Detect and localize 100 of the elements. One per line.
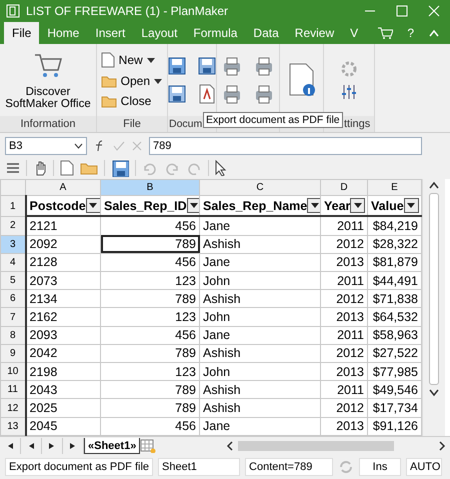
caret-down-icon[interactable] xyxy=(190,203,198,208)
discover-button[interactable]: Discover SoftMaker Office xyxy=(0,49,97,111)
filter-button[interactable] xyxy=(350,198,366,214)
printer-icon[interactable] xyxy=(253,84,275,104)
table-cell: Ashish xyxy=(200,398,320,418)
print-icon[interactable] xyxy=(221,56,243,76)
caret-down-icon[interactable] xyxy=(354,203,362,208)
filter-button[interactable] xyxy=(404,198,419,214)
ribbon-tab[interactable]: Layout xyxy=(133,22,186,44)
maximize-icon[interactable] xyxy=(396,5,408,17)
table-cell: John xyxy=(200,362,320,381)
column-header[interactable]: D xyxy=(320,180,368,196)
help-button[interactable]: ? xyxy=(407,26,414,40)
column-header[interactable]: E xyxy=(368,180,422,196)
table-cell: 2012 xyxy=(320,290,368,308)
row-header[interactable]: 4 xyxy=(0,253,26,272)
table-cell: 789 xyxy=(100,380,200,399)
column-header[interactable]: C xyxy=(200,180,320,196)
selected-cell: 789 xyxy=(100,235,200,254)
status-field: AUTO xyxy=(406,458,442,476)
file-menu-button[interactable]: Open xyxy=(98,72,164,90)
table-cell: 2011 xyxy=(320,216,368,236)
table-cell: Ashish xyxy=(200,235,320,254)
scroll-up-icon[interactable] xyxy=(429,181,439,189)
row-header[interactable]: 2 xyxy=(0,216,26,236)
page-icon[interactable] xyxy=(100,52,115,68)
row-header[interactable]: 7 xyxy=(0,308,26,326)
ribbon-tab[interactable]: File xyxy=(4,22,40,44)
sliders-icon[interactable] xyxy=(340,84,358,100)
horizontal-scrollbar-thumb[interactable] xyxy=(238,441,394,451)
filter-button[interactable] xyxy=(86,198,100,214)
sheet-tab[interactable]: «Sheet1» xyxy=(84,438,140,454)
table-cell: 2092 xyxy=(26,235,100,254)
table-cell: 2013 xyxy=(320,308,368,326)
caret-down-icon[interactable] xyxy=(154,78,162,84)
caret-up-icon[interactable] xyxy=(428,28,440,38)
ribbon-tab[interactable]: Insert xyxy=(87,22,134,44)
row-header[interactable]: 11 xyxy=(0,380,26,399)
table-header-cell: Postcode xyxy=(30,198,86,213)
scroll-left-icon[interactable] xyxy=(226,441,234,451)
table-cell: 123 xyxy=(100,308,200,326)
column-header[interactable]: A xyxy=(26,180,100,196)
page-icon[interactable] xyxy=(60,160,74,176)
document-info-icon[interactable] xyxy=(286,62,316,98)
table-cell: Ashish xyxy=(200,380,320,399)
table-cell: 2013 xyxy=(320,362,368,381)
caret-down-icon[interactable] xyxy=(407,203,416,208)
table-cell: 123 xyxy=(100,362,200,381)
row-header[interactable]: 8 xyxy=(0,326,26,344)
row-header[interactable]: 5 xyxy=(0,272,26,290)
save-icon[interactable] xyxy=(167,84,187,104)
row-header[interactable]: 6 xyxy=(0,290,26,308)
formula-field[interactable]: 789 xyxy=(149,137,422,155)
filter-button[interactable] xyxy=(307,198,320,214)
ribbon-tab[interactable]: Formula xyxy=(185,22,246,44)
save-icon[interactable] xyxy=(167,56,187,76)
row-header[interactable]: 10 xyxy=(0,362,26,381)
ribbon-tab[interactable]: Review xyxy=(286,22,342,44)
table-cell: 123 xyxy=(100,272,200,290)
caret-down-icon[interactable] xyxy=(146,58,155,62)
row-header[interactable]: 1 xyxy=(0,196,26,216)
scroll-down-icon[interactable] xyxy=(429,389,439,397)
menu-icon[interactable] xyxy=(6,162,20,174)
table-cell: 2128 xyxy=(26,253,100,272)
ribbon-tab[interactable]: Home xyxy=(39,22,88,44)
row-header[interactable]: 12 xyxy=(0,398,26,418)
table-header-cell: Sales_Rep_ID xyxy=(104,198,187,213)
file-menu-button[interactable]: Close xyxy=(98,92,166,110)
ribbon-tab[interactable]: Data xyxy=(245,22,287,44)
column-header[interactable]: B xyxy=(100,180,200,196)
table-cell: John xyxy=(200,272,320,290)
new-sheet-icon[interactable] xyxy=(140,439,156,453)
table-header-cell: Value xyxy=(371,198,404,213)
row-header[interactable]: 9 xyxy=(0,344,26,363)
check-icon[interactable] xyxy=(113,140,125,152)
cart-icon[interactable] xyxy=(377,26,394,40)
table-cell: 2162 xyxy=(26,308,100,326)
status-field: Ins xyxy=(359,458,402,476)
table-cell: Ashish xyxy=(200,290,320,308)
printer-icon[interactable] xyxy=(221,84,243,104)
save-icon[interactable] xyxy=(111,159,129,177)
row-header[interactable]: 3 xyxy=(0,235,26,254)
app-logo-icon[interactable] xyxy=(6,4,20,18)
group-label: Information xyxy=(0,116,96,132)
status-field: Sheet1 xyxy=(158,458,240,476)
ribbon-tab[interactable]: V xyxy=(342,22,366,44)
cell-reference-field[interactable]: B3 xyxy=(5,137,87,155)
table-cell: 2025 xyxy=(26,398,100,418)
table-cell: 2011 xyxy=(320,380,368,399)
filter-button[interactable] xyxy=(186,198,198,214)
scrollbar-track[interactable] xyxy=(429,193,439,385)
pointer-icon[interactable] xyxy=(215,160,227,176)
close-icon[interactable] xyxy=(428,5,440,17)
caret-down-icon[interactable] xyxy=(89,203,98,208)
caret-down-icon[interactable] xyxy=(310,203,319,208)
row-header[interactable]: 13 xyxy=(0,417,26,436)
chevron-down-icon[interactable] xyxy=(74,143,83,149)
table-cell: 789 xyxy=(100,398,200,418)
file-menu-button[interactable]: New xyxy=(98,50,157,70)
scroll-right-icon[interactable] xyxy=(438,441,446,451)
